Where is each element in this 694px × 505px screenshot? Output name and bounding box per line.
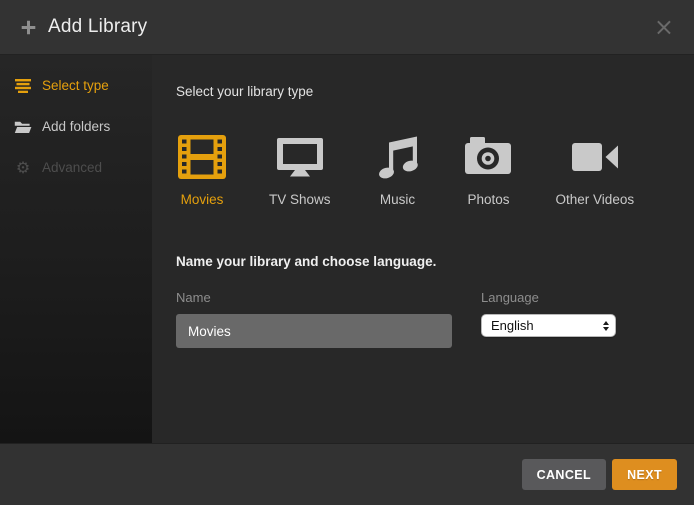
gear-icon: ⚙ — [14, 160, 32, 176]
plus-icon — [20, 19, 37, 36]
name-language-row: Name Language English — [176, 290, 670, 348]
folder-icon — [14, 120, 32, 134]
add-library-dialog: Add Library × Select type — [0, 0, 694, 505]
dialog-header: Add Library × — [0, 0, 694, 55]
type-option-movies[interactable]: Movies — [178, 135, 226, 207]
language-field-group: Language English — [481, 290, 616, 348]
type-option-photos[interactable]: Photos — [465, 135, 513, 207]
language-select-value: English — [491, 318, 603, 333]
step-heading: Select your library type — [176, 84, 670, 99]
sidebar-item-label: Advanced — [42, 160, 102, 175]
cancel-button[interactable]: CANCEL — [522, 459, 606, 490]
video-camera-icon — [571, 135, 619, 179]
music-note-icon — [374, 135, 422, 179]
language-select[interactable]: English — [481, 314, 616, 337]
type-list-icon — [14, 79, 32, 93]
dialog-footer: CANCEL NEXT — [0, 443, 694, 505]
close-icon[interactable]: × — [650, 13, 678, 41]
library-name-input[interactable] — [176, 314, 452, 348]
type-option-label: Movies — [181, 192, 224, 207]
library-type-row: Movies TV Shows — [176, 135, 670, 207]
type-option-label: Music — [380, 192, 415, 207]
type-option-label: Other Videos — [556, 192, 635, 207]
type-option-label: TV Shows — [269, 192, 331, 207]
sidebar-item-add-folders[interactable]: Add folders — [0, 106, 152, 147]
sidebar-item-advanced[interactable]: ⚙ Advanced — [0, 147, 152, 188]
tv-icon — [276, 135, 324, 179]
type-option-other-videos[interactable]: Other Videos — [556, 135, 635, 207]
type-option-tv-shows[interactable]: TV Shows — [269, 135, 331, 207]
next-button[interactable]: NEXT — [612, 459, 677, 490]
camera-icon — [465, 135, 512, 179]
name-field-group: Name — [176, 290, 452, 348]
select-stepper-icon — [603, 321, 610, 331]
language-field-label: Language — [481, 290, 616, 305]
step-content: Select your library type — [152, 55, 694, 443]
dialog-body: Select type Add folders ⚙ Advanced Selec… — [0, 55, 694, 443]
form-heading: Name your library and choose language. — [176, 254, 670, 269]
type-option-music[interactable]: Music — [374, 135, 422, 207]
sidebar-item-select-type[interactable]: Select type — [0, 65, 152, 106]
sidebar-item-label: Select type — [42, 78, 109, 93]
dialog-title: Add Library — [48, 16, 147, 38]
sidebar-item-label: Add folders — [42, 119, 110, 134]
wizard-steps-sidebar: Select type Add folders ⚙ Advanced — [0, 55, 152, 443]
film-icon — [178, 135, 226, 179]
name-field-label: Name — [176, 290, 452, 305]
type-option-label: Photos — [468, 192, 510, 207]
